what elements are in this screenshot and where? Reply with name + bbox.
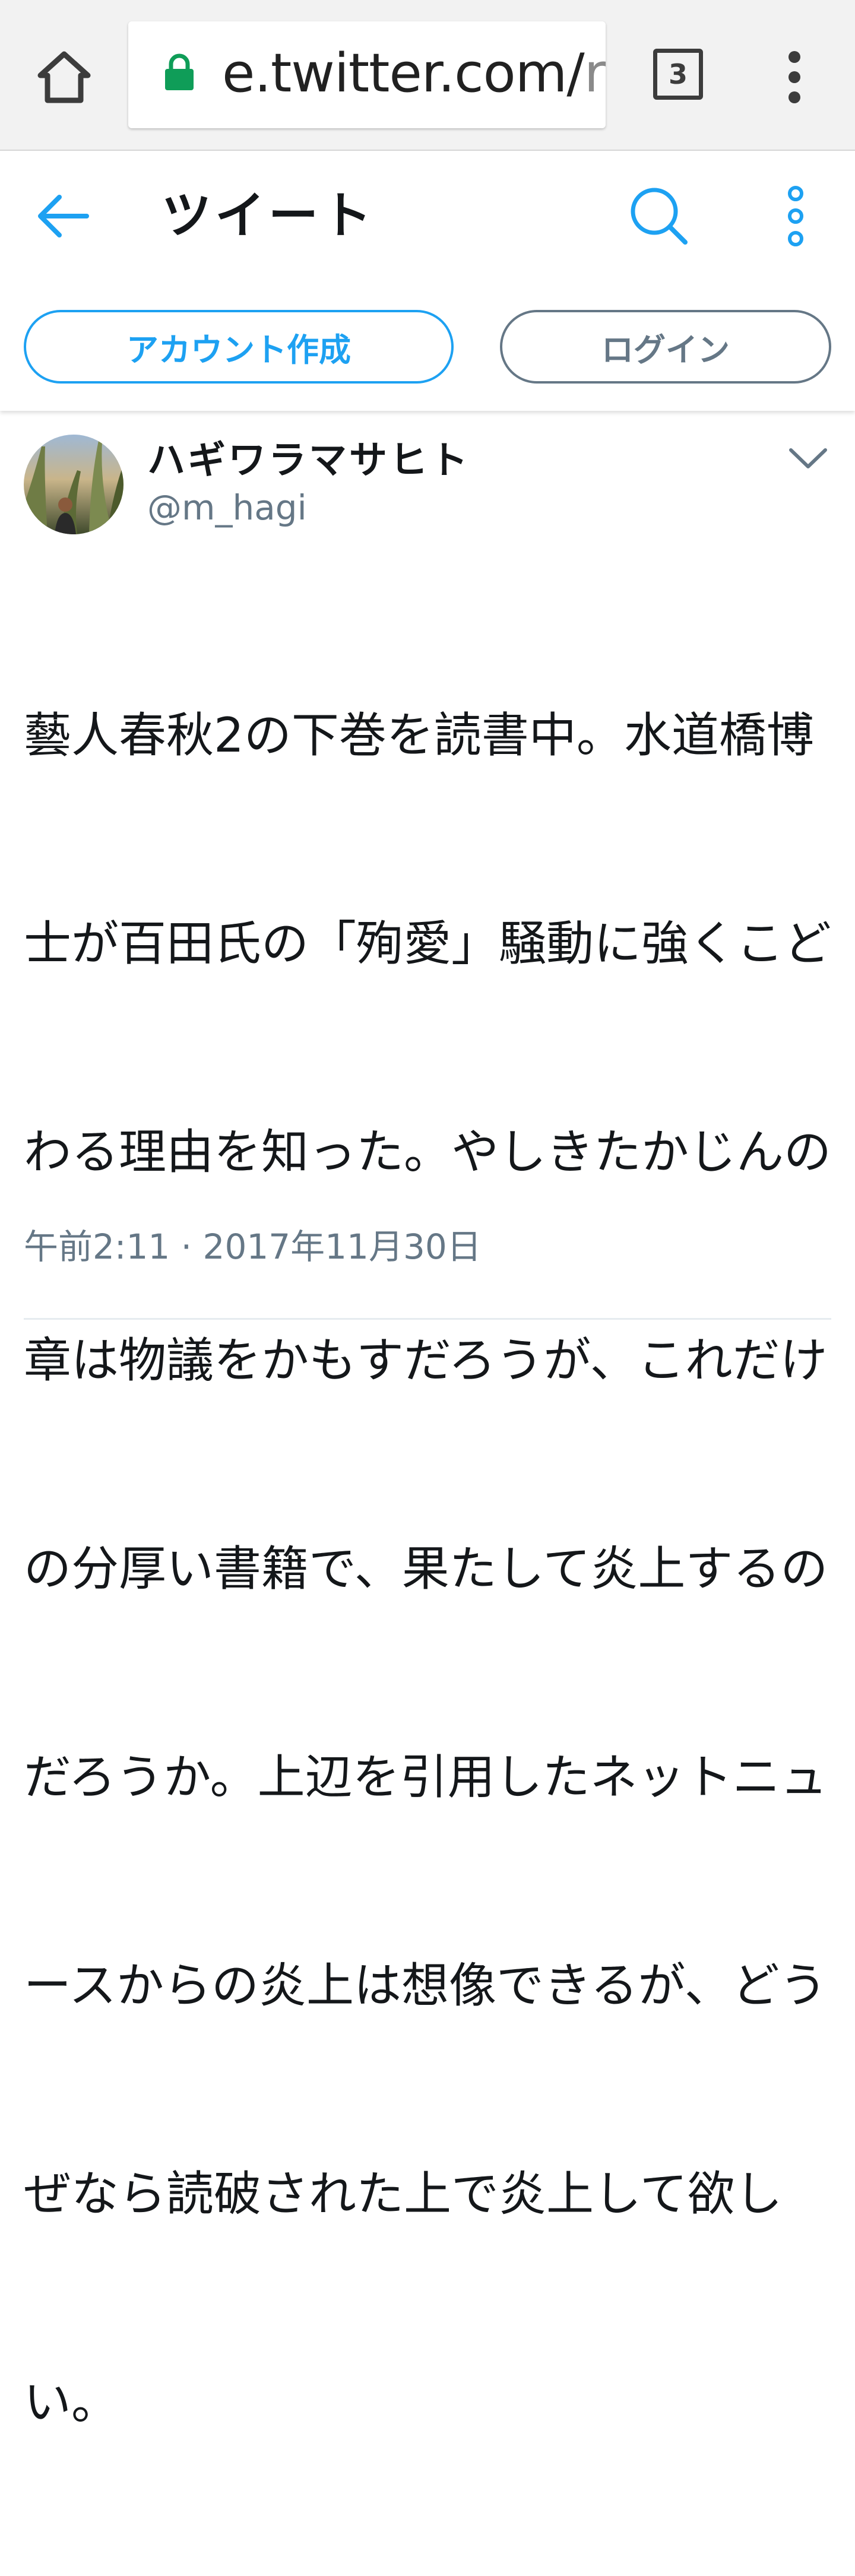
overflow-menu-icon[interactable] [778,49,811,106]
tweet-line: 士が百田氏の「殉愛」騒動に強くこど [24,916,831,971]
tweet-line: ぜなら読破された上で炎上して欲し [24,2166,783,2222]
browser-toolbar: e.twitter.com/r 3 [0,0,855,151]
tweet-line: の分厚い書籍で、果たして炎上するの [24,1541,828,1596]
tweet-line: わる理由を知った。やしきたかじんの [24,1124,831,1180]
back-arrow-icon[interactable] [36,191,90,241]
tweet-line: 章は物議をかもすだろうが、これだけ [24,1333,828,1388]
chevron-down-icon[interactable] [788,446,828,470]
tweet-line: 藝人春秋2の下巻を読書中。水道橋博 [24,708,814,763]
tweet-line: だろうか。上辺を引用したネットニュ [24,1750,828,1805]
tweet-line: ースからの炎上は想像できるが、どう [24,1958,827,2013]
tab-switcher-icon[interactable]: 3 [653,49,703,100]
login-button[interactable]: ログイン [500,310,831,384]
search-icon[interactable] [628,185,689,246]
lock-icon [164,53,195,91]
address-bar[interactable]: e.twitter.com/r [128,21,606,128]
url-text: e.twitter.com/r [222,42,606,104]
more-options-icon[interactable] [783,185,809,247]
home-icon[interactable] [36,49,93,106]
app-header: ツイート アカウント作成 ログイン [0,152,855,411]
tweet-timestamp[interactable]: 午前2:11 · 2017年11月30日 [24,1225,482,1268]
tweet: ハギワラマサヒト @m_hagi 藝人春秋2の下巻を読書中。水道橋博 士が百田氏… [0,411,855,2430]
tweet-text: 藝人春秋2の下巻を読書中。水道橋博 士が百田氏の「殉愛」騒動に強くこど わる理由… [24,562,831,2576]
signup-button[interactable]: アカウント作成 [24,310,454,384]
user-handle[interactable]: @m_hagi [147,487,307,528]
tab-count: 3 [668,58,688,90]
tweet-line: い。 [24,2375,119,2430]
display-name[interactable]: ハギワラマサヒト [147,437,470,484]
page-title: ツイート [162,186,376,245]
avatar[interactable] [24,435,124,534]
divider [24,1318,831,1320]
